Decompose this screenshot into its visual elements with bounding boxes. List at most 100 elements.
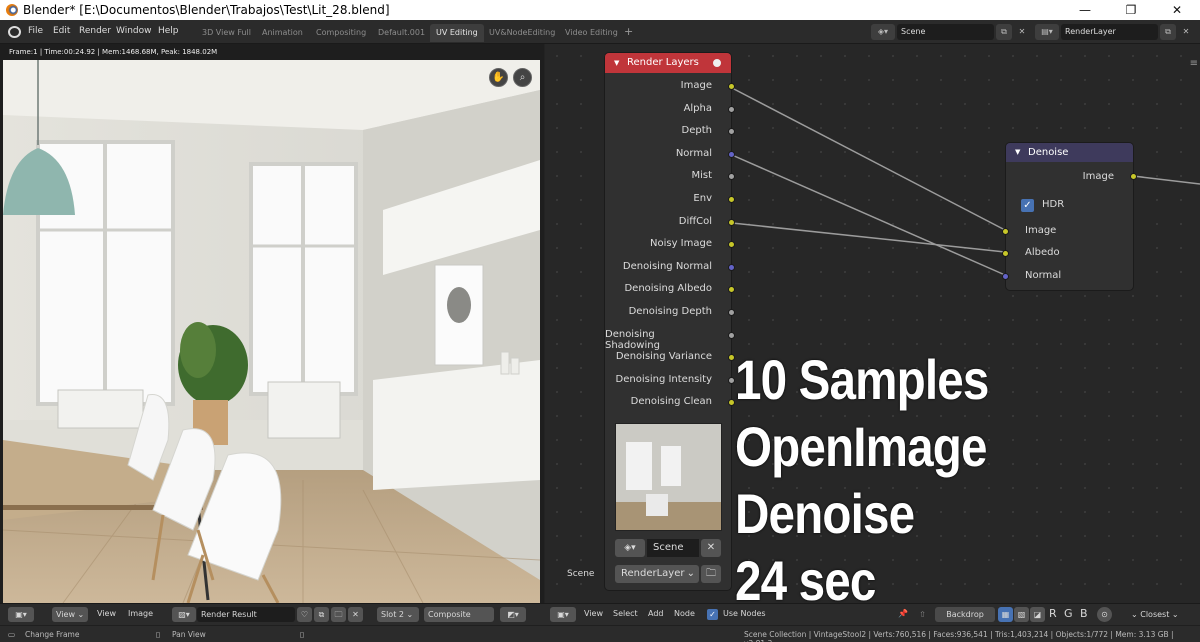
render-output-socket[interactable]	[728, 263, 735, 271]
display-channels-icon[interactable]: ◩▾	[500, 607, 526, 622]
denoise-image-socket[interactable]	[1002, 228, 1009, 235]
menu-help[interactable]: Help	[158, 26, 179, 36]
render-layers-node[interactable]: ▼ Render Layers Image Alpha Depth Normal Mis…	[604, 52, 735, 591]
render-output-socket[interactable]	[728, 83, 735, 90]
node-menu-view[interactable]: View	[584, 609, 603, 618]
tab-compositing[interactable]: Compositing	[310, 24, 372, 42]
minimize-button[interactable]: —	[1062, 0, 1108, 20]
denoise-output-label: Image	[1082, 171, 1114, 182]
denoise-node[interactable]: ▼ Denoise Image ✓ HDR Image Albedo Norma…	[1002, 142, 1137, 291]
title-bar: Blender* [E:\Documentos\Blender\Trabajos…	[0, 0, 1200, 20]
view-layer-remove-icon[interactable]: ✕	[1178, 24, 1194, 40]
tab-animation[interactable]: Animation	[256, 24, 309, 42]
fake-user-icon[interactable]: ♡	[297, 607, 312, 622]
link-image	[731, 87, 1006, 231]
zoom-view-icon[interactable]: ⌕	[513, 68, 532, 87]
status-bar: ▭ Change Frame ▯ Pan View ▯ Scene Collec…	[0, 625, 1200, 642]
backdrop-color-icon[interactable]: ▦	[998, 607, 1013, 622]
menu-image[interactable]: Image	[128, 609, 153, 618]
status-pan-view: Pan View	[172, 630, 206, 639]
backdrop-alpha-only-icon[interactable]: ◪	[1030, 607, 1045, 622]
menu-window[interactable]: Window	[116, 26, 152, 36]
sidebar-toggle-icon[interactable]: ≡	[1190, 58, 1198, 69]
render-output-socket[interactable]	[728, 150, 735, 158]
node-scene-clear-icon[interactable]: ✕	[701, 539, 721, 557]
denoise-header[interactable]: ▼ Denoise	[1006, 143, 1133, 162]
collapse-icon[interactable]: ▼	[614, 53, 619, 73]
backdrop-fit-icon[interactable]: ⊙	[1097, 607, 1112, 622]
top-bar: File Edit Render Window Help 3D View Ful…	[0, 20, 1200, 44]
render-output-socket[interactable]	[728, 331, 735, 339]
mouse-right-icon: ▯	[300, 630, 305, 639]
view-layer-browse-icon[interactable]: ▤▾	[1035, 24, 1059, 40]
channel-b[interactable]: B	[1080, 607, 1088, 620]
channel-g[interactable]: G	[1064, 607, 1073, 620]
hdr-checkbox[interactable]: ✓	[1021, 199, 1034, 212]
menu-edit[interactable]: Edit	[53, 26, 70, 36]
pan-view-icon[interactable]: ✋	[489, 68, 508, 87]
use-nodes-checkbox[interactable]: ✓	[707, 609, 718, 620]
menu-file[interactable]: File	[28, 26, 43, 36]
view-dropdown-label: View	[56, 610, 75, 619]
add-workspace-icon[interactable]: +	[624, 25, 633, 38]
denoise-output-socket[interactable]	[1130, 173, 1137, 180]
preview-thumbnail-icon	[616, 424, 721, 530]
tab-default-001[interactable]: Default.001	[372, 24, 431, 42]
blender-logo-icon[interactable]	[8, 26, 21, 38]
scene-new-icon[interactable]: ⧉	[996, 24, 1012, 40]
maximize-button[interactable]: ❐	[1108, 0, 1154, 20]
render-output-socket[interactable]	[728, 376, 735, 384]
render-output-socket[interactable]	[728, 196, 735, 203]
node-menu-select[interactable]: Select	[613, 609, 638, 618]
denoise-normal-socket[interactable]	[1002, 273, 1009, 280]
view-layer-field[interactable]: RenderLayer	[1061, 24, 1158, 40]
node-scene-field[interactable]: Scene	[647, 539, 699, 557]
parent-node-icon[interactable]: ⇧	[915, 607, 930, 622]
render-output-socket[interactable]	[728, 218, 735, 226]
node-layer-dropdown[interactable]: RenderLayer ⌄	[615, 565, 699, 583]
node-menu-add[interactable]: Add	[648, 609, 664, 618]
image-name-field[interactable]: Render Result	[197, 607, 295, 622]
node-menu-node[interactable]: Node	[674, 609, 695, 618]
backdrop-alpha-icon[interactable]: ▧	[1014, 607, 1029, 622]
view-layer-new-icon[interactable]: ⧉	[1160, 24, 1176, 40]
backdrop-toggle[interactable]: Backdrop	[935, 607, 995, 622]
close-button[interactable]: ✕	[1154, 0, 1200, 20]
denoise-albedo-socket[interactable]	[1002, 250, 1009, 257]
filter-dropdown[interactable]: ⌄ Closest ⌄	[1127, 607, 1194, 622]
folder-icon[interactable]: 🗀	[701, 565, 721, 583]
status-change-frame: Change Frame	[25, 630, 80, 639]
menu-render[interactable]: Render	[79, 26, 111, 36]
menu-view[interactable]: View	[97, 609, 116, 618]
pin-icon[interactable]: 📌	[898, 609, 908, 618]
image-browse-icon[interactable]: ▨▾	[172, 607, 196, 622]
scene-browse-icon[interactable]: ◈▾	[871, 24, 895, 40]
node-editor-type-icon[interactable]: ▣▾	[550, 607, 576, 622]
slot-dropdown[interactable]: Slot 2 ⌄	[377, 607, 419, 622]
view-dropdown[interactable]: View ⌄	[52, 607, 88, 622]
render-output-label: Denoising Depth	[628, 306, 712, 317]
render-output-label: Noisy Image	[649, 238, 712, 250]
render-output-socket[interactable]	[728, 309, 735, 316]
render-output-label: Denoising Albedo	[624, 283, 712, 295]
render-output-label: Denoising Normal	[622, 260, 712, 272]
tab-uv-editing[interactable]: UV Editing	[430, 24, 484, 42]
image-editor[interactable]: Frame:1 | Time:00:24.92 | Mem:1468.68M, …	[0, 44, 544, 603]
render-output-socket[interactable]	[728, 105, 735, 113]
open-image-icon[interactable]: 🗀	[331, 607, 346, 622]
tab-video-editing[interactable]: Video Editing	[559, 24, 624, 42]
tab-3d-view-full[interactable]: 3D View Full	[196, 24, 257, 42]
editor-type-icon[interactable]: ▣▾	[8, 607, 34, 622]
pass-dropdown[interactable]: Composite	[424, 607, 494, 622]
render-layers-header[interactable]: ▼ Render Layers	[605, 53, 731, 73]
new-image-icon[interactable]: ⧉	[314, 607, 329, 622]
unlink-image-icon[interactable]: ✕	[348, 607, 363, 622]
channel-r[interactable]: R	[1049, 607, 1057, 620]
scene-remove-icon[interactable]: ✕	[1014, 24, 1030, 40]
collapse-icon[interactable]: ▼	[1015, 143, 1020, 162]
render-result-image[interactable]: ✋ ⌕	[3, 60, 540, 603]
scene-field[interactable]: Scene	[897, 24, 994, 40]
tab-uv-node-editing[interactable]: UV&NodeEditing	[483, 24, 561, 42]
render-output-label: Env	[693, 193, 712, 204]
scene-browse-node-icon[interactable]: ◈▾	[615, 539, 645, 557]
